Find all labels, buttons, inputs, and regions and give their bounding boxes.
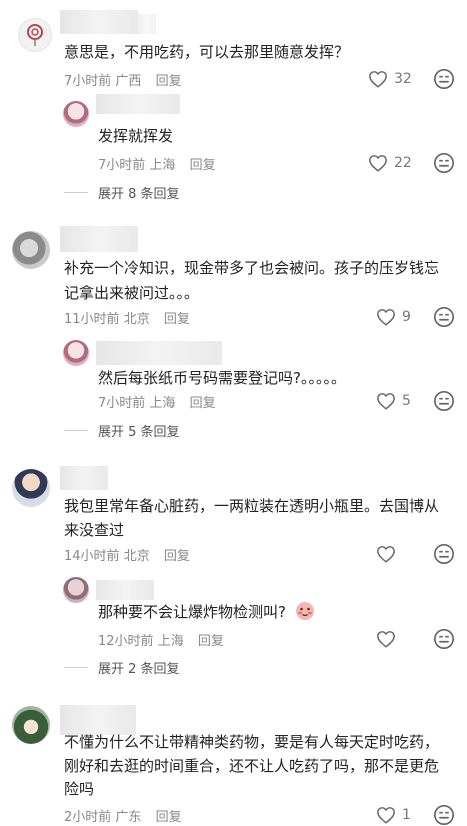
avatar[interactable] <box>12 469 50 507</box>
like-count: 22 <box>394 155 412 171</box>
emoji-icon[interactable] <box>433 68 455 90</box>
reply-username <box>96 580 154 600</box>
reply-text: 发挥就挥发 <box>98 127 174 145</box>
reply-time: 12小时前 <box>98 634 154 649</box>
reply-username <box>96 94 180 114</box>
like-button[interactable]: 32 <box>368 70 412 88</box>
heart-icon <box>376 545 396 563</box>
emoji-icon[interactable] <box>433 628 455 650</box>
reply-location: 上海 <box>157 634 184 649</box>
reply-avatar[interactable] <box>63 340 89 366</box>
username[interactable] <box>60 226 138 252</box>
avatar[interactable] <box>18 18 52 52</box>
emoji-icon[interactable] <box>433 152 455 174</box>
reply-button[interactable]: 回复 <box>190 396 216 411</box>
reply-meta: 12小时前 上海 回复 <box>98 630 224 649</box>
reply-avatar[interactable] <box>63 101 89 127</box>
reply-button[interactable]: 回复 <box>198 634 224 649</box>
reply-meta: 7小时前 上海 回复 <box>98 154 216 173</box>
comment-text-line: 刚好和去逛的时间重合，还不让人吃药了吗，那不是更危 <box>64 757 440 775</box>
avatar[interactable] <box>12 706 50 744</box>
reply-button[interactable]: 回复 <box>156 810 182 825</box>
expand-replies[interactable]: 展开 5 条回复 <box>64 421 180 440</box>
like-button[interactable]: 1 <box>376 806 411 824</box>
comment-time: 14小时前 <box>64 549 120 564</box>
divider <box>64 430 88 431</box>
heart-icon <box>368 70 388 88</box>
reply-time: 7小时前 <box>98 396 146 411</box>
like-button[interactable]: 5 <box>376 392 411 410</box>
emoji-icon[interactable] <box>433 804 455 826</box>
comment-text-line: 记拿出来被问过。。。 <box>64 284 200 302</box>
reply-text: 然后每张纸币号码需要登记吗?。。。。。 <box>98 369 346 387</box>
divider <box>64 667 88 668</box>
reply-time: 7小时前 <box>98 158 146 173</box>
reply-button[interactable]: 回复 <box>164 312 190 327</box>
heart-icon <box>376 308 396 326</box>
comment-meta: 11小时前 北京 回复 <box>64 308 190 327</box>
username <box>138 14 156 34</box>
heart-icon <box>376 630 396 648</box>
blush-emoji <box>295 602 314 620</box>
like-button[interactable] <box>376 545 402 563</box>
comment-location: 北京 <box>123 312 150 327</box>
expand-replies[interactable]: 展开 2 条回复 <box>64 658 180 677</box>
emoji-icon[interactable] <box>433 543 455 565</box>
reply-button[interactable]: 回复 <box>164 549 190 564</box>
reply-location: 上海 <box>149 158 176 173</box>
comment-meta: 7小时前 广西 回复 <box>64 70 182 89</box>
lollipop-icon <box>27 24 43 46</box>
emoji-icon[interactable] <box>433 390 455 412</box>
comment-location: 北京 <box>123 549 150 564</box>
reply-button[interactable]: 回复 <box>156 74 182 89</box>
comment-meta: 2小时前 广东 回复 <box>64 806 182 825</box>
comment-text-line: 来没查过 <box>64 521 125 539</box>
expand-replies[interactable]: 展开 8 条回复 <box>64 183 180 202</box>
reply-username <box>96 341 222 365</box>
divider <box>64 192 88 193</box>
comment-time: 2小时前 <box>64 810 112 825</box>
comment-location: 广西 <box>115 74 142 89</box>
reply-text: 那种要不会让爆炸物检测叫? <box>98 603 286 621</box>
emoji-icon[interactable] <box>433 306 455 328</box>
comment-meta: 14小时前 北京 回复 <box>64 545 190 564</box>
comment-text-line: 我包里常年备心脏药，一两粒装在透明小瓶里。去国博从 <box>64 497 440 515</box>
comment-text-line: 不懂为什么不让带精神类药物，要是有人每天定时吃药， <box>64 733 440 751</box>
comment-time: 11小时前 <box>64 312 120 327</box>
comment-text-line: 险吗 <box>64 780 95 798</box>
comment-time: 7小时前 <box>64 74 112 89</box>
heart-icon <box>376 392 396 410</box>
like-button[interactable]: 22 <box>368 154 412 172</box>
reply-text-row: 那种要不会让爆炸物检测叫? <box>98 600 315 625</box>
reply-button[interactable]: 回复 <box>190 158 216 173</box>
like-count: 5 <box>402 393 411 409</box>
reply-avatar[interactable] <box>63 577 89 603</box>
like-count: 1 <box>402 807 411 823</box>
reply-location: 上海 <box>149 396 176 411</box>
like-button[interactable]: 9 <box>376 308 411 326</box>
like-count: 9 <box>402 309 411 325</box>
comment-text: 意思是，不用吃药，可以去那里随意发挥？ <box>64 43 350 61</box>
heart-icon <box>368 154 388 172</box>
username[interactable] <box>60 466 108 490</box>
heart-icon <box>376 806 396 824</box>
username[interactable] <box>60 10 138 34</box>
comment-location: 广东 <box>115 810 142 825</box>
like-button[interactable] <box>376 630 402 648</box>
reply-meta: 7小时前 上海 回复 <box>98 392 216 411</box>
comment-text-line: 补充一个冷知识，现金带多了也会被问。孩子的压岁钱忘 <box>64 259 440 277</box>
like-count: 32 <box>394 71 412 87</box>
avatar[interactable] <box>12 231 50 269</box>
